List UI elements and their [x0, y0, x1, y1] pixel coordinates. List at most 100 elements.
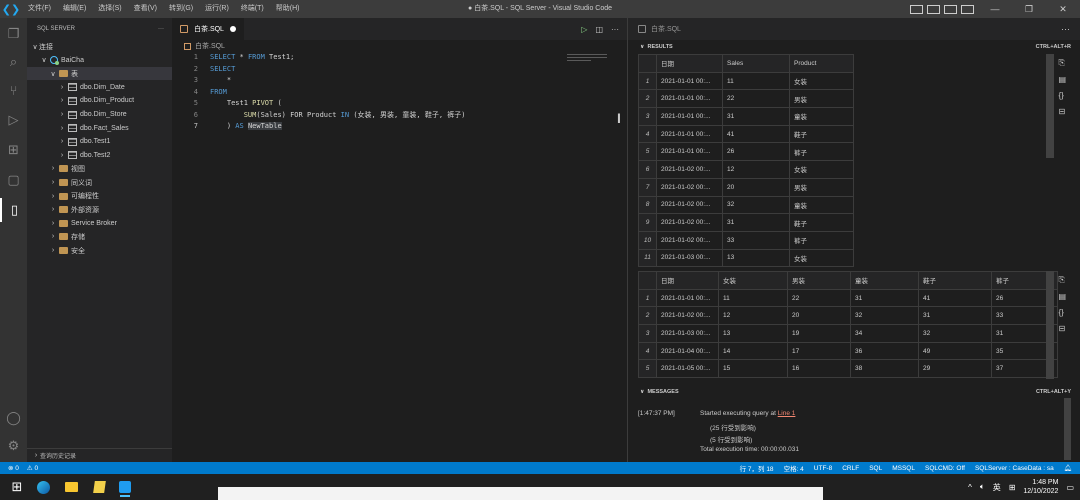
menu-view[interactable]: 查看(V): [128, 0, 163, 18]
save-json-icon[interactable]: {}: [1058, 91, 1066, 100]
row-number[interactable]: 5: [638, 142, 657, 162]
run-query-icon[interactable]: ▷: [581, 25, 587, 34]
table-cell[interactable]: 16: [787, 359, 851, 379]
code-line[interactable]: 5 Test1 PIVOT (: [172, 98, 612, 110]
table-cell[interactable]: 2021-01-04 00:...: [656, 341, 719, 361]
table-cell[interactable]: 男装: [789, 89, 854, 109]
code-line[interactable]: 4 FROM: [172, 87, 612, 99]
table-cell[interactable]: 2021-01-05 00:...: [656, 359, 719, 379]
table-cell[interactable]: 裤子: [789, 142, 854, 162]
table-cell[interactable]: 22: [787, 288, 851, 308]
volume-icon[interactable]: 🔈︎: [980, 482, 985, 492]
tree-item[interactable]: ∨ 表: [27, 67, 172, 81]
menu-go[interactable]: 转到(G): [163, 0, 199, 18]
sidebar-more-icon[interactable]: ···: [158, 26, 164, 32]
remote-explorer-icon[interactable]: ▢: [0, 168, 27, 192]
grid-corner[interactable]: [638, 271, 657, 290]
table-row[interactable]: 4 2021-01-04 00:... 14 17 36 49 35: [638, 341, 1058, 361]
tree-item[interactable]: › dbo.Test2: [27, 149, 172, 162]
table-row[interactable]: 5 2021-01-05 00:... 15 16 38 29 37: [638, 359, 1058, 379]
tree-item[interactable]: › 存储: [27, 230, 172, 243]
grid1-scrollbar[interactable]: [1046, 54, 1054, 158]
notes-app-icon[interactable]: [88, 477, 110, 497]
table-cell[interactable]: 女装: [789, 71, 854, 91]
table-cell[interactable]: 2021-01-01 00:...: [656, 71, 723, 91]
minimap[interactable]: [567, 54, 607, 74]
column-header[interactable]: 鞋子: [918, 271, 992, 290]
table-cell[interactable]: 34: [850, 324, 919, 343]
table-row[interactable]: 2 2021-01-01 00:... 22 男装: [638, 89, 854, 109]
tree-item[interactable]: › 可编程性: [27, 190, 172, 203]
table-cell[interactable]: 2021-01-02 00:...: [656, 177, 723, 197]
column-header[interactable]: Sales: [722, 54, 790, 73]
table-cell[interactable]: 31: [850, 288, 919, 308]
table-cell[interactable]: 31: [918, 306, 992, 326]
more-actions-icon[interactable]: ···: [1061, 18, 1070, 40]
status-sqlcmd[interactable]: SQLCMD: Off: [925, 465, 965, 472]
menu-run[interactable]: 运行(R): [199, 0, 235, 18]
tree-item[interactable]: › dbo.Dim_Store: [27, 108, 172, 121]
menu-file[interactable]: 文件(F): [22, 0, 57, 18]
save-csv-icon[interactable]: ⎘: [1058, 275, 1066, 285]
editor-tab[interactable]: 白茶.SQL: [172, 18, 244, 40]
chevron-right-icon[interactable]: ›: [58, 152, 66, 159]
layout-sidebar-icon[interactable]: [910, 4, 923, 14]
tree-item[interactable]: › dbo.Fact_Sales: [27, 122, 172, 135]
accounts-icon[interactable]: ◯: [0, 406, 27, 430]
messages-scrollbar[interactable]: [1064, 398, 1071, 460]
source-control-icon[interactable]: ⑂: [0, 78, 27, 102]
row-number[interactable]: 5: [638, 359, 657, 379]
row-number[interactable]: 6: [638, 160, 657, 179]
tree-item[interactable]: › 外部资源: [27, 203, 172, 216]
table-row[interactable]: 3 2021-01-01 00:... 31 童装: [638, 107, 854, 126]
row-number[interactable]: 8: [638, 195, 657, 215]
row-number[interactable]: 3: [638, 324, 657, 343]
table-row[interactable]: 2 2021-01-02 00:... 12 20 32 31 33: [638, 306, 1058, 326]
edge-browser-icon[interactable]: [32, 477, 54, 497]
taskbar-search-box[interactable]: [218, 487, 823, 500]
ime-indicator[interactable]: 英: [993, 482, 1001, 493]
row-number[interactable]: 4: [638, 341, 657, 361]
table-cell[interactable]: 41: [722, 124, 790, 144]
menu-selection[interactable]: 选择(S): [92, 0, 127, 18]
layout-custom-icon[interactable]: [961, 4, 974, 14]
table-cell[interactable]: 12: [718, 306, 788, 326]
table-cell[interactable]: 33: [722, 230, 790, 250]
sql-server-icon[interactable]: ▯: [0, 198, 27, 222]
table-cell[interactable]: 2021-01-01 00:...: [656, 288, 719, 308]
split-editor-icon[interactable]: ◫: [595, 25, 603, 34]
table-cell[interactable]: 2021-01-01 00:...: [656, 107, 723, 126]
status-eol[interactable]: CRLF: [842, 465, 859, 472]
table-cell[interactable]: 14: [718, 341, 788, 361]
chevron-right-icon[interactable]: ›: [58, 97, 66, 104]
query-history-section[interactable]: › 查询历史记录: [27, 448, 172, 462]
column-header[interactable]: 日期: [656, 271, 719, 290]
menu-help[interactable]: 帮助(H): [270, 0, 306, 18]
tree-item[interactable]: ∨ BaiCha: [27, 54, 172, 67]
column-header[interactable]: 童装: [850, 271, 919, 290]
table-row[interactable]: 6 2021-01-02 00:... 12 女装: [638, 160, 854, 179]
search-icon[interactable]: ⌕: [0, 50, 27, 74]
row-number[interactable]: 4: [638, 124, 657, 144]
explorer-icon[interactable]: ❐: [0, 22, 27, 46]
table-cell[interactable]: 22: [722, 89, 790, 109]
row-number[interactable]: 2: [638, 306, 657, 326]
row-number[interactable]: 11: [638, 248, 657, 268]
table-cell[interactable]: 鞋子: [789, 124, 854, 144]
table-cell[interactable]: 2021-01-02 00:...: [656, 160, 723, 179]
row-number[interactable]: 9: [638, 213, 657, 232]
table-cell[interactable]: 49: [918, 341, 992, 361]
code-line[interactable]: 2 SELECT: [172, 64, 612, 76]
notification-center-icon[interactable]: ▭: [1066, 483, 1074, 492]
table-cell[interactable]: 36: [850, 341, 919, 361]
code-line[interactable]: 7 ) AS NewTable: [172, 121, 612, 133]
tray-overflow-icon[interactable]: ^: [968, 483, 972, 492]
status-encoding[interactable]: UTF-8: [814, 465, 832, 472]
table-cell[interactable]: 32: [918, 324, 992, 343]
notifications-bell-icon[interactable]: 🔔︎: [1064, 464, 1072, 472]
unsaved-dot-icon[interactable]: [229, 26, 236, 32]
table-cell[interactable]: 31: [722, 213, 790, 232]
chart-icon[interactable]: ⊟: [1058, 107, 1066, 116]
settings-gear-icon[interactable]: ⚙: [0, 434, 27, 458]
clock[interactable]: 1:48 PM 12/10/2022: [1023, 478, 1058, 496]
